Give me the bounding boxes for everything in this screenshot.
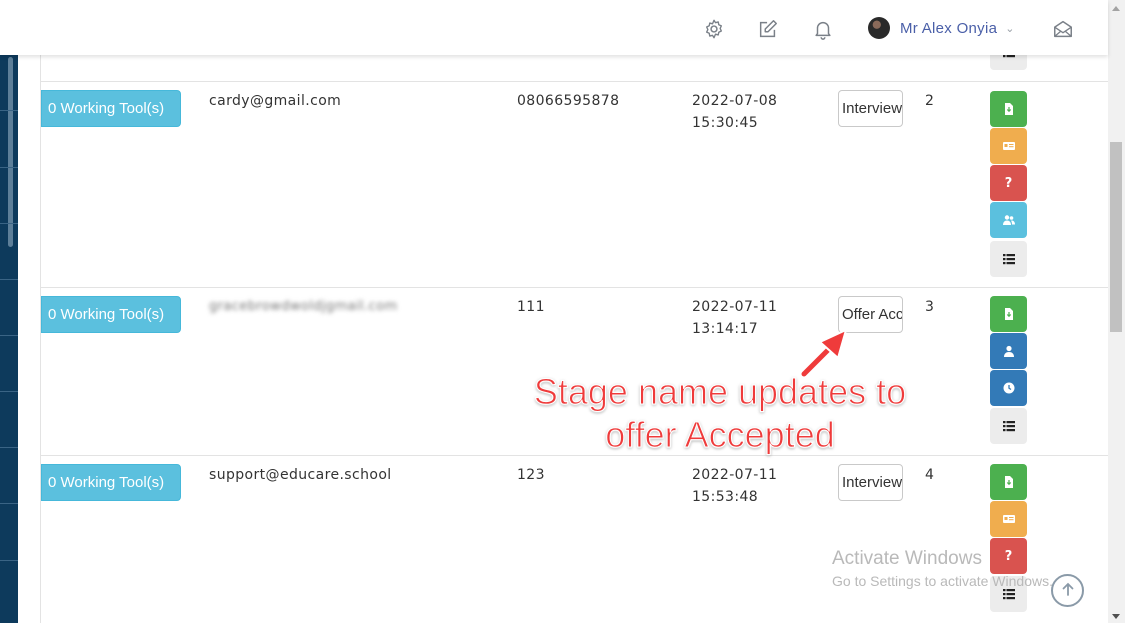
list-button[interactable] — [990, 408, 1027, 444]
date-cell: 2022-07-11 — [692, 467, 778, 483]
sidebar-divider — [0, 110, 18, 111]
top-header: Mr Alex Onyia ⌄ — [0, 0, 1108, 55]
working-tools-button[interactable]: 0 Working Tool(s) — [41, 90, 181, 127]
question-button[interactable]: ? — [990, 538, 1027, 574]
email-cell: support@educare.school — [209, 467, 392, 483]
edit-icon[interactable] — [757, 18, 779, 40]
sidebar-divider — [0, 503, 18, 504]
clock-button[interactable] — [990, 370, 1027, 406]
id-card-icon — [1002, 140, 1015, 152]
list-icon — [1002, 420, 1015, 432]
annotation-text: Stage name updates to offer Accepted — [500, 370, 940, 456]
arrow-up-icon — [1061, 581, 1075, 600]
question-icon: ? — [1004, 548, 1013, 564]
users-button[interactable] — [990, 202, 1027, 238]
stage-select[interactable]: Interview — [838, 464, 903, 501]
time-cell: 15:53:48 — [692, 489, 759, 505]
bell-icon[interactable] — [812, 18, 834, 40]
users-icon — [1002, 214, 1015, 226]
number-cell: 3 — [925, 299, 935, 315]
time-cell: 13:14:17 — [692, 321, 759, 337]
phone-cell: 123 — [517, 467, 545, 483]
user-button[interactable] — [990, 333, 1027, 369]
number-cell: 2 — [925, 93, 935, 109]
id-card-button[interactable] — [990, 128, 1027, 164]
user-menu[interactable]: Mr Alex Onyia ⌄ — [868, 17, 1014, 39]
annotation-line: Stage name updates to — [533, 371, 907, 413]
list-icon — [1002, 588, 1015, 600]
date-cell: 2022-07-08 — [692, 93, 778, 109]
number-cell: 4 — [925, 467, 935, 483]
id-card-button[interactable] — [990, 501, 1027, 537]
scroll-to-top-button[interactable] — [1051, 574, 1084, 607]
sidebar-divider — [0, 223, 18, 224]
row-divider — [40, 287, 1108, 288]
sidebar — [0, 55, 18, 623]
avatar — [868, 17, 890, 39]
working-tools-button[interactable]: 0 Working Tool(s) — [41, 464, 181, 501]
row-divider — [40, 81, 1108, 82]
activate-windows-title: Activate Windows — [832, 548, 982, 569]
stage-select[interactable]: Interview — [838, 90, 903, 127]
user-name: Mr Alex Onyia — [900, 19, 998, 37]
id-card-icon — [1002, 513, 1015, 525]
date-cell: 2022-07-11 — [692, 299, 778, 315]
user-icon — [1003, 345, 1015, 357]
download-file-icon — [1003, 308, 1015, 320]
gear-icon[interactable] — [703, 18, 725, 40]
clock-icon — [1003, 382, 1015, 394]
download-file-button[interactable] — [990, 464, 1027, 500]
list-button[interactable] — [990, 241, 1027, 277]
sidebar-divider — [0, 447, 18, 448]
sidebar-divider — [0, 279, 18, 280]
download-file-button[interactable] — [990, 296, 1027, 332]
question-button[interactable]: ? — [990, 165, 1027, 201]
phone-cell: 111 — [517, 299, 545, 315]
download-file-button[interactable] — [990, 91, 1027, 127]
sidebar-divider — [0, 335, 18, 336]
working-tools-button[interactable]: 0 Working Tool(s) — [41, 296, 181, 333]
sidebar-divider — [0, 560, 18, 561]
question-icon: ? — [1004, 175, 1013, 191]
scroll-down-arrow-icon[interactable] — [1112, 614, 1120, 619]
email-cell: cardy@gmail.com — [209, 93, 342, 109]
email-cell: gracebrowdwoldjgmail.com — [209, 299, 398, 314]
download-file-icon — [1003, 476, 1015, 488]
sidebar-divider — [0, 167, 18, 168]
mail-open-icon[interactable] — [1052, 18, 1074, 40]
time-cell: 15:30:45 — [692, 115, 759, 131]
chevron-down-icon: ⌄ — [1005, 21, 1015, 35]
phone-cell: 08066595878 — [517, 93, 620, 109]
list-icon — [1002, 253, 1015, 265]
sidebar-divider — [0, 391, 18, 392]
page-scrollbar[interactable] — [1108, 0, 1125, 623]
activate-windows-subtitle: Go to Settings to activate Windows. — [832, 573, 1053, 589]
scroll-up-arrow-icon[interactable] — [1112, 6, 1120, 11]
download-file-icon — [1003, 103, 1015, 115]
sidebar-scrollbar[interactable] — [8, 57, 13, 247]
scrollbar-thumb[interactable] — [1110, 142, 1122, 332]
annotation-line: offer Accepted — [605, 414, 836, 456]
